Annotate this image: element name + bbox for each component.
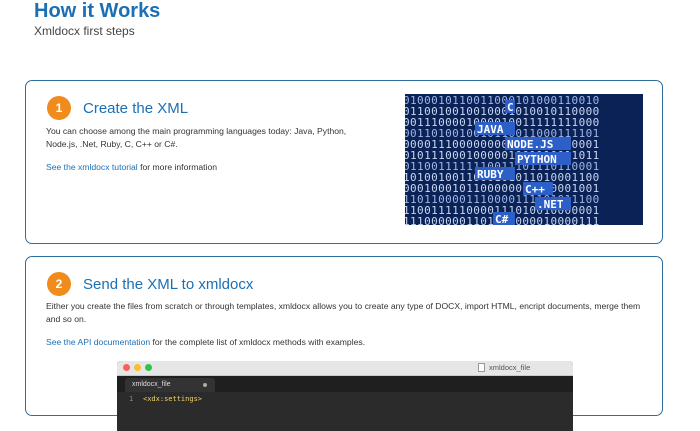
step-description: Either you create the files from scratch… (46, 301, 641, 324)
step-number-badge: 1 (47, 96, 71, 120)
editor-tab: xmldocx_file (125, 378, 215, 392)
step-description: You can choose among the main programmin… (46, 126, 347, 149)
link-suffix-text: for the complete list of xmldocx methods… (150, 337, 366, 347)
code-editor-screenshot: xmldocx_file xmldocx_file 1 <xdx:setting… (117, 361, 573, 431)
step-title: Send the XML to xmldocx (83, 276, 254, 293)
step-title: Create the XML (83, 100, 189, 117)
api-documentation-link[interactable]: See the API documentation (46, 337, 150, 347)
language-label: PYTHON (517, 153, 557, 166)
minimize-window-icon (134, 364, 141, 371)
page-title: How it Works (34, 0, 161, 22)
tab-close-icon (203, 383, 207, 387)
language-label: NODE.JS (507, 138, 553, 151)
step-more-info: See the xmldocx tutorial for more inform… (46, 161, 376, 174)
step-card-2: 2 Send the XML to xmldocx Either you cre… (25, 256, 663, 431)
step-number-badge: 2 (47, 272, 71, 296)
code-line: <xdx:settings> (143, 395, 203, 403)
language-label: C++ (525, 183, 545, 196)
language-label: RUBY (477, 168, 504, 181)
line-number: 1 (129, 395, 134, 403)
tutorial-link[interactable]: See the xmldocx tutorial (46, 162, 138, 172)
step-more-info: See the API documentation for the comple… (46, 336, 646, 349)
language-label: .NET (537, 198, 564, 211)
tab-label: xmldocx_file (132, 381, 171, 388)
file-icon (478, 363, 485, 372)
editor-titlebar: xmldocx_file (117, 361, 573, 376)
language-label: C (507, 101, 514, 114)
window-title: xmldocx_file (489, 363, 531, 372)
language-label: C# (495, 213, 509, 225)
link-suffix-text: for more information (137, 162, 218, 172)
step-card-1: 1 Create the XML You can choose among th… (25, 80, 663, 244)
editor-tabbar: xmldocx_file (117, 376, 573, 392)
programming-languages-image: 0100010110011000101000110010 011001001001… (405, 94, 643, 225)
maximize-window-icon (145, 364, 152, 371)
close-window-icon (123, 364, 130, 371)
page-subtitle: Xmldocx first steps (34, 24, 135, 38)
binary-code-graphic: 0100010110011000101000110010011001001001… (405, 94, 599, 225)
language-label: JAVA (477, 123, 504, 136)
